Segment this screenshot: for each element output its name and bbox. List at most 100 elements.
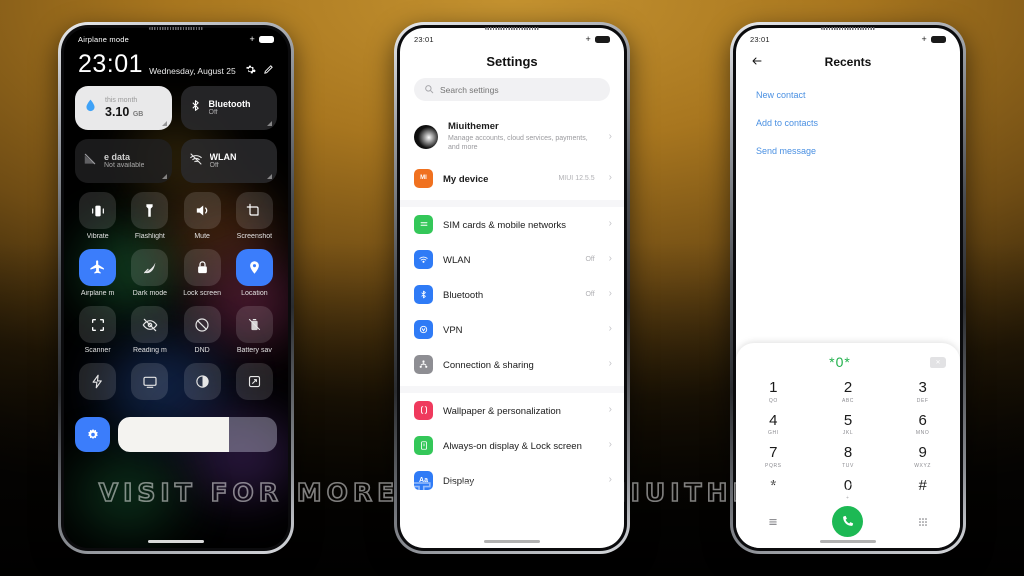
reading-mode-icon	[131, 306, 169, 343]
earpiece-speaker-icon	[485, 27, 539, 30]
qs-tile-airplane[interactable]: Airplane m	[75, 249, 120, 297]
settings-connectivity-group: SIM cards & mobile networks › WLAN Off ›	[400, 207, 624, 386]
tile-mobile-data[interactable]: e data Not available	[75, 139, 172, 183]
link-add-to-contacts[interactable]: Add to contacts	[756, 109, 940, 137]
airplane-mode-status-label: Airplane mode	[78, 35, 129, 44]
device-version: MIUI 12.5.5	[558, 174, 595, 182]
link-new-contact[interactable]: New contact	[756, 81, 940, 109]
account-labels: Miuithemer Manage accounts, cloud servic…	[448, 121, 599, 153]
settings-row-wallpaper[interactable]: Wallpaper & personalization ›	[400, 393, 624, 428]
settings-app: 23:01 + Settings Search settings Miuithe…	[400, 28, 624, 548]
dialpad-key-3[interactable]: 3 DEF	[885, 376, 960, 407]
tile-wlan[interactable]: WLAN Off	[180, 139, 277, 183]
home-indicator	[820, 540, 876, 543]
tile-subtitle: Not available	[104, 162, 145, 170]
key-letters: WXYZ	[914, 462, 932, 469]
dialpad-key-6[interactable]: 6 MNO	[885, 409, 960, 440]
dialpad-key-0[interactable]: 0 +	[811, 474, 886, 505]
qs-tile-scanner[interactable]: Scanner	[75, 306, 120, 354]
qs-label: Scanner	[84, 347, 111, 354]
phone2-screen: 23:01 + Settings Search settings Miuithe…	[400, 28, 624, 548]
dialpad-key-8[interactable]: 8 TUV	[811, 441, 886, 472]
dialpad-key-5[interactable]: 5 JKL	[811, 409, 886, 440]
clock-date: Wednesday, August 25	[149, 65, 236, 76]
settings-row-bluetooth[interactable]: Bluetooth Off ›	[400, 277, 624, 312]
phone3-status-bar: 23:01 +	[736, 28, 960, 46]
dialpad-key-9[interactable]: 9 WXYZ	[885, 441, 960, 472]
dialpad-key-hash[interactable]: #	[885, 474, 960, 505]
settings-row-vpn[interactable]: VPN ›	[400, 312, 624, 347]
vibrate-icon	[79, 192, 117, 229]
location-pin-icon	[235, 249, 273, 286]
dialpad-key-4[interactable]: 4 GHI	[736, 409, 811, 440]
qs-label: Location	[241, 290, 268, 297]
backspace-icon[interactable]: ✕	[930, 356, 946, 368]
keypad-icon[interactable]	[885, 516, 960, 528]
row-label: VPN	[443, 325, 463, 337]
mi-logo-icon: MI	[414, 168, 433, 188]
search-bar[interactable]	[414, 78, 610, 101]
settings-row-sim-cards[interactable]: SIM cards & mobile networks ›	[400, 207, 624, 242]
status-right-cluster: +	[922, 35, 946, 44]
phone-dialer: 23:01 + Recents New contact Add to conta…	[730, 22, 966, 554]
row-label: Display	[443, 476, 475, 488]
dialpad-key-2[interactable]: 2 ABC	[811, 376, 886, 407]
settings-row-display[interactable]: Aa Display ›	[400, 463, 624, 498]
settings-row-my-device[interactable]: MI My device MIUI 12.5.5 ›	[400, 161, 624, 196]
status-time: 23:01	[414, 35, 434, 44]
qs-tile-location[interactable]: Location	[232, 249, 277, 297]
qs-tile-contrast[interactable]	[180, 363, 225, 404]
key-letters: QO	[768, 397, 778, 404]
key-letters: ABC	[841, 397, 855, 404]
airplane-icon	[79, 249, 117, 286]
phone-call-icon[interactable]	[832, 506, 864, 537]
search-input[interactable]	[440, 84, 600, 95]
add-icon: +	[249, 34, 255, 44]
edit-pencil-icon[interactable]	[263, 64, 274, 75]
tile-data-usage[interactable]: this month 3.10 GB	[75, 86, 172, 130]
qs-tile-dark-mode[interactable]: Dark mode	[127, 249, 172, 297]
dialpad-panel: *0* ✕ 1 QO 2 ABC 3 DEF 4 GHI 5 JKL 6 MNO 7 PQRS…	[736, 343, 960, 548]
dialpad-key-7[interactable]: 7 PQRS	[736, 441, 811, 472]
qs-tile-screenshot[interactable]: Screenshot	[232, 192, 277, 240]
settings-row-wlan[interactable]: WLAN Off ›	[400, 242, 624, 277]
wifi-icon	[414, 249, 433, 269]
dialpad-key-1[interactable]: 1 QO	[736, 376, 811, 407]
menu-lines-icon[interactable]	[736, 516, 811, 527]
qs-tile-cast-screen[interactable]	[127, 363, 172, 404]
bluetooth-icon	[414, 284, 433, 304]
key-letters: DEF	[916, 397, 929, 404]
scanner-icon	[79, 306, 117, 343]
header-action-icons	[245, 64, 274, 77]
battery-icon	[259, 36, 274, 43]
bluetooth-icon	[189, 98, 202, 118]
key-digit: 1	[769, 379, 778, 396]
qs-tile-vibrate[interactable]: Vibrate	[75, 192, 120, 240]
brightness-slider[interactable]	[118, 417, 277, 452]
auto-brightness-icon[interactable]	[75, 417, 110, 452]
qs-tile-lock-screen[interactable]: Lock screen	[180, 249, 225, 297]
settings-row-aod-lock-screen[interactable]: Always-on display & Lock screen ›	[400, 428, 624, 463]
battery-saver-icon	[235, 306, 273, 343]
data-usage-period: this month	[105, 96, 138, 104]
aod-lock-icon	[414, 435, 433, 455]
qs-tile-reading-mode[interactable]: Reading m	[127, 306, 172, 354]
qs-tile-lightning[interactable]	[75, 363, 120, 404]
contact-action-links: New contact Add to contacts Send message	[736, 75, 960, 165]
qs-tile-flashlight[interactable]: Flashlight	[127, 192, 172, 240]
home-indicator	[484, 540, 540, 543]
tile-bluetooth[interactable]: Bluetooth Off	[180, 86, 277, 130]
qs-tile-expand[interactable]	[232, 363, 277, 404]
gear-icon[interactable]	[245, 64, 256, 75]
dialpad-key-star[interactable]: *	[736, 474, 811, 505]
qs-tile-dnd[interactable]: DND	[180, 306, 225, 354]
chevron-right-icon: ›	[608, 439, 612, 451]
mobile-data-text: e data Not available	[104, 152, 144, 171]
arrow-left-icon[interactable]	[750, 55, 766, 69]
link-send-message[interactable]: Send message	[756, 137, 940, 165]
settings-row-account[interactable]: Miuithemer Manage accounts, cloud servic…	[400, 113, 624, 161]
qs-tile-battery-saver[interactable]: Battery sav	[232, 306, 277, 354]
qs-tile-mute[interactable]: Mute	[180, 192, 225, 240]
settings-row-connection-sharing[interactable]: Connection & sharing ›	[400, 347, 624, 382]
dialpad-bottom-bar	[736, 504, 960, 544]
